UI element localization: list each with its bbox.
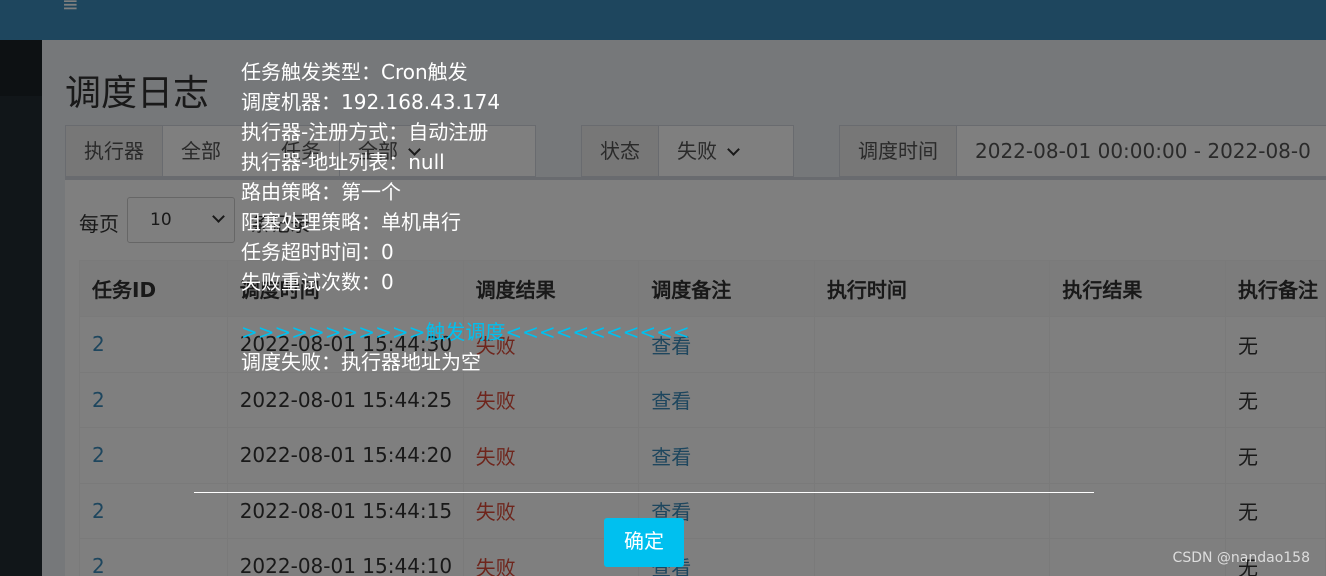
dialog-line-timeout: 任务超时时间：0 [241,240,394,264]
dialog-line-address-list: 执行器-地址列表：null [241,150,445,174]
dialog-trigger-title: >>>>>>>>>>>触发调度<<<<<<<<<<< [241,320,690,344]
dialog-line-route-strategy: 路由策略：第一个 [241,180,401,204]
dialog-line-trigger-type: 任务触发类型：Cron触发 [241,60,468,84]
watermark: CSDN @nandao158 [1172,550,1310,566]
dialog-line-block-strategy: 阻塞处理策略：单机串行 [241,210,461,234]
dialog-footer-divider [194,492,1094,493]
trigger-log-dialog: 任务触发类型：Cron触发 调度机器：192.168.43.174 执行器-注册… [241,57,690,377]
dialog-error-message: 调度失败：执行器地址为空 [241,350,481,374]
dialog-spacer [241,297,690,317]
dialog-line-register-mode: 执行器-注册方式：自动注册 [241,120,489,144]
dialog-line-machine: 调度机器：192.168.43.174 [241,90,501,114]
ok-button[interactable]: 确定 [604,518,684,567]
dialog-line-retry-count: 失败重试次数：0 [241,270,394,294]
